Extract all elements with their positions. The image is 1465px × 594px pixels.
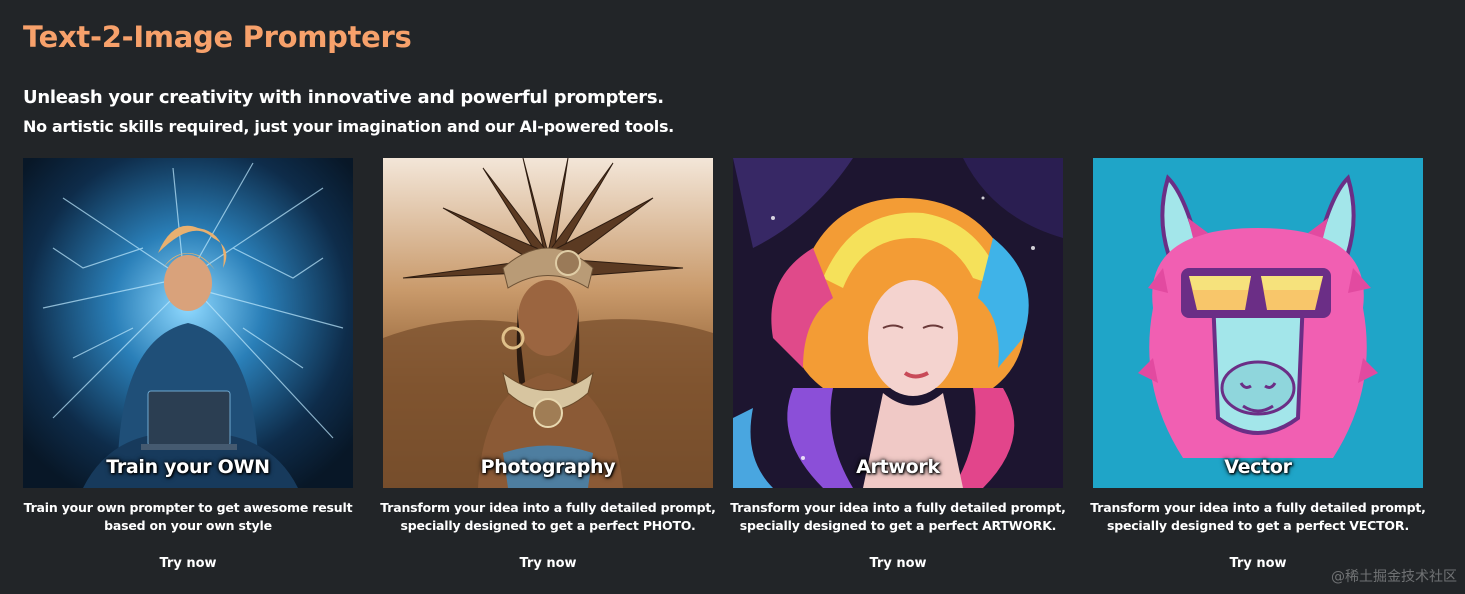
prompter-card-artwork: Artwork Transform your idea into a fully… [730, 158, 1066, 571]
prompter-card-photography: Photography Transform your idea into a f… [380, 158, 716, 571]
card-description-line: Transform your idea into a fully detaile… [1090, 500, 1426, 515]
llama-with-sunglasses-vector-image [1093, 158, 1423, 488]
tribal-woman-headdress-image [383, 158, 713, 488]
card-description: Transform your idea into a fully detaile… [729, 499, 1067, 535]
card-description: Transform your idea into a fully detaile… [379, 499, 717, 535]
prompter-card-image[interactable]: Artwork [733, 158, 1063, 488]
page-title: Text-2-Image Prompters [23, 20, 412, 54]
colorful-hair-woman-painting-image [733, 158, 1063, 488]
page-tagline: No artistic skills required, just your i… [23, 117, 674, 136]
card-description-line: Transform your idea into a fully detaile… [730, 500, 1066, 515]
card-description-line: specially designed to get a perfect ARTW… [739, 518, 1057, 533]
card-description-line: specially designed to get a perfect PHOT… [400, 518, 696, 533]
card-description-line: Train your own prompter to get awesome r… [23, 500, 353, 515]
prompter-card-train-own: Train your OWN Train your own prompter t… [23, 158, 353, 571]
prompter-card-image[interactable]: Train your OWN [23, 158, 353, 488]
card-description: Transform your idea into a fully detaile… [1089, 499, 1427, 535]
try-now-link[interactable]: Try now [23, 556, 353, 571]
card-title: Vector [1224, 456, 1292, 478]
hacker-with-laptop-image [23, 158, 353, 488]
card-description-line: based on your own style [104, 518, 272, 533]
prompter-card-vector: Vector Transform your idea into a fully … [1090, 158, 1426, 571]
try-now-link[interactable]: Try now [383, 556, 713, 571]
watermark: @稀土掘金技术社区 [1331, 569, 1457, 585]
card-title: Photography [480, 456, 616, 478]
card-description: Train your own prompter to get awesome r… [19, 499, 357, 535]
page-subtitle: Unleash your creativity with innovative … [23, 87, 664, 108]
card-title: Train your OWN [106, 456, 270, 478]
prompter-card-image[interactable]: Vector [1093, 158, 1423, 488]
page: Text-2-Image Prompters Unleash your crea… [0, 0, 1465, 594]
try-now-link[interactable]: Try now [733, 556, 1063, 571]
card-description-line: specially designed to get a perfect VECT… [1106, 518, 1410, 533]
card-title: Artwork [856, 456, 940, 478]
prompter-card-image[interactable]: Photography [383, 158, 713, 488]
card-description-line: Transform your idea into a fully detaile… [380, 500, 716, 515]
